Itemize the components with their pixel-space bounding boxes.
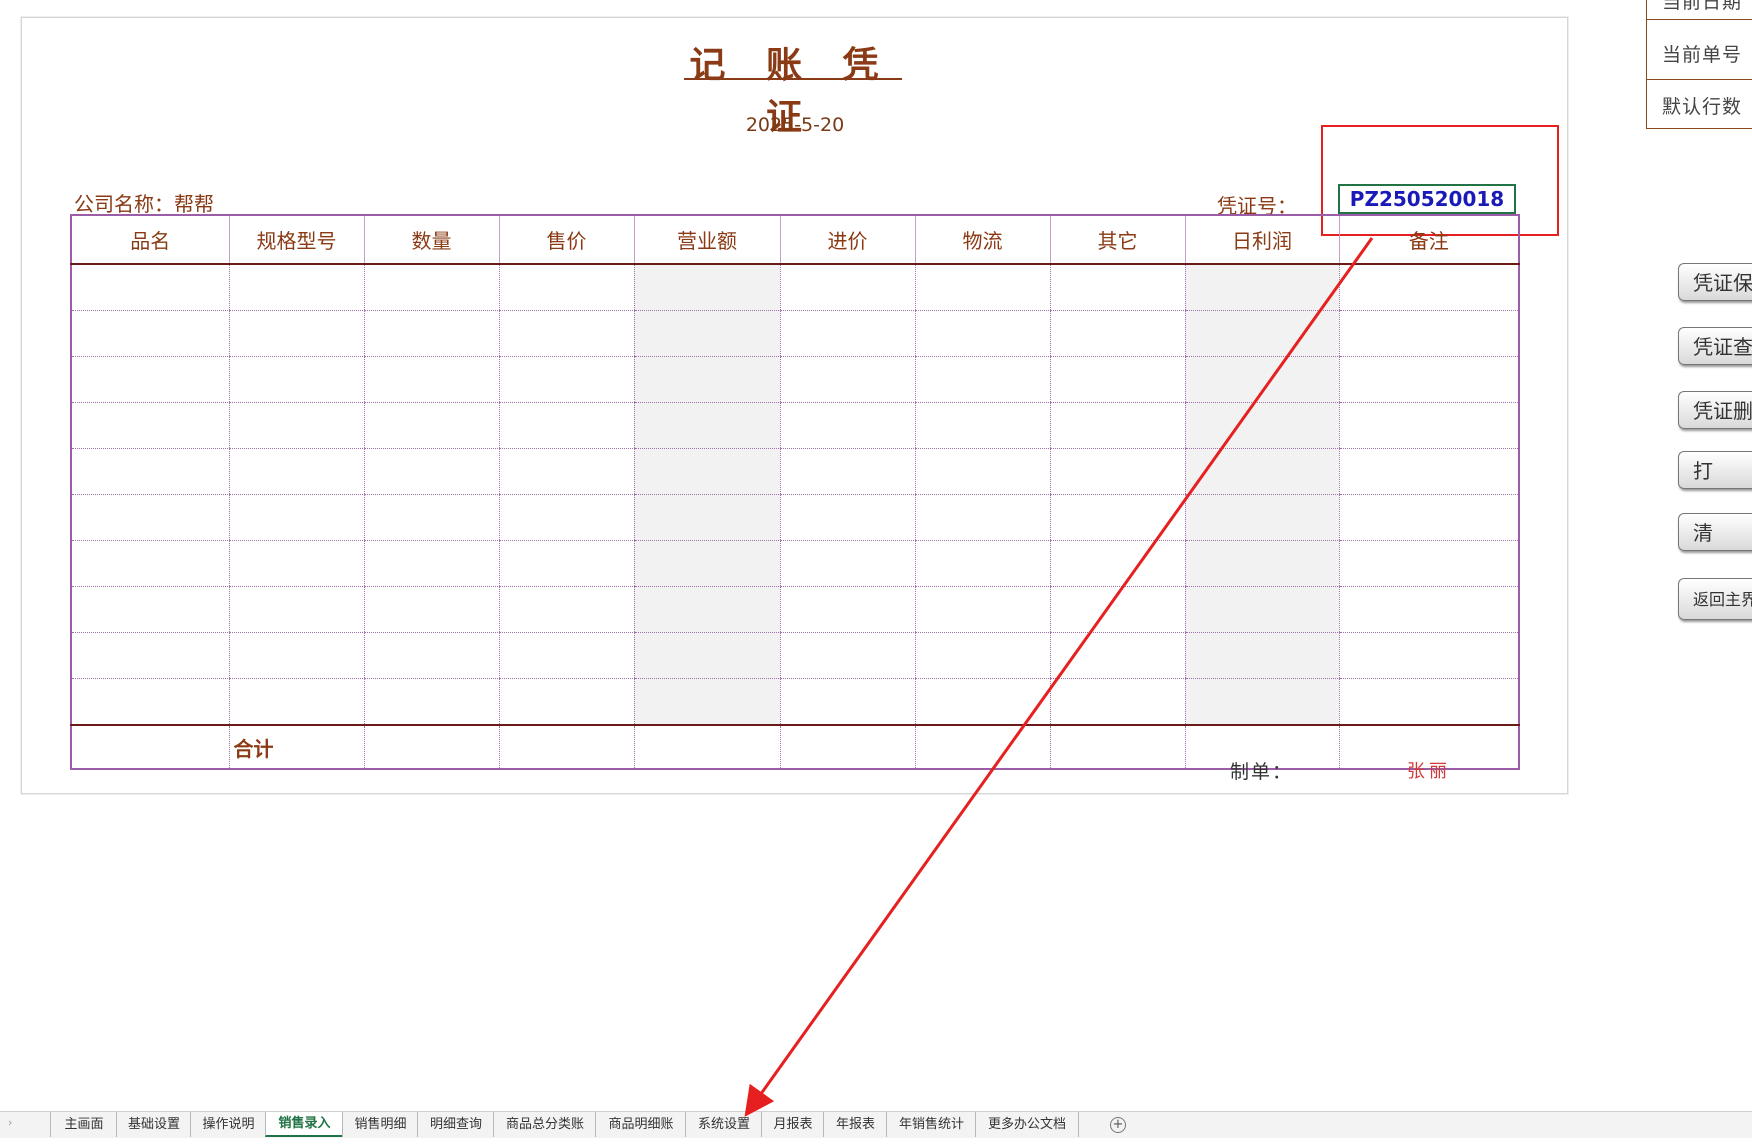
annotation-arrow: [744, 237, 1374, 1117]
arrow-line: [744, 237, 1374, 1117]
